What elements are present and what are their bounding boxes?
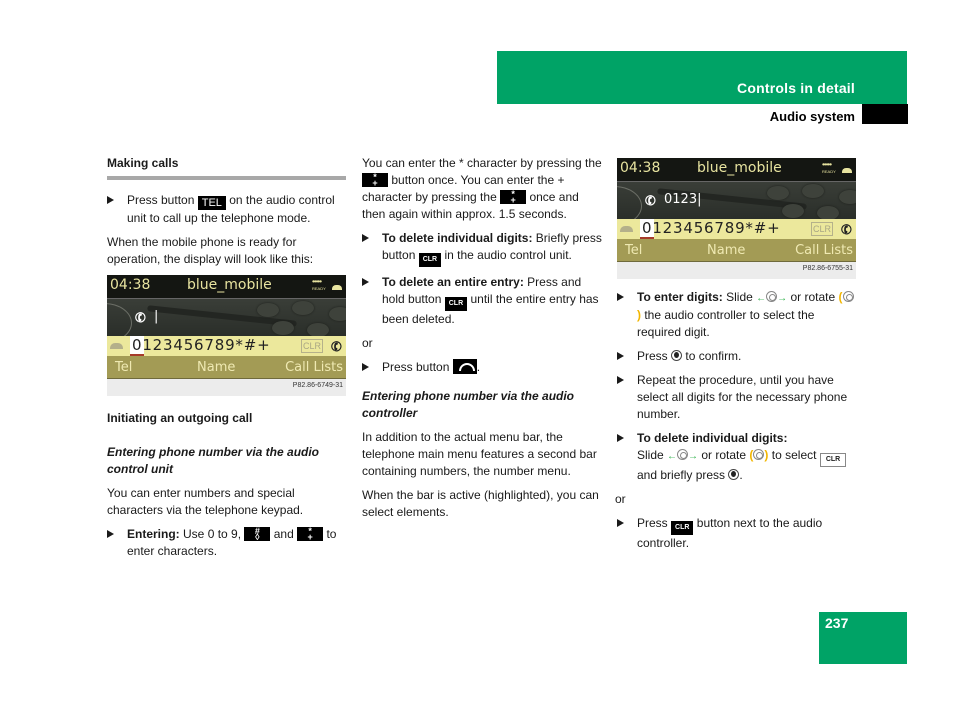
column-3: 04:38 blue_mobile ••••• READY ✆ 0123| 01…: [615, 155, 857, 559]
list-item: To delete individual digits: Slide ← → or…: [617, 430, 857, 484]
number-menu-digits: 0123456789*#+: [642, 219, 781, 237]
display-status-bar: 04:38 blue_mobile ••••• READY: [617, 158, 856, 181]
display-main-menu: Tel Name Call Lists: [617, 239, 856, 262]
display-main-menu: Tel Name Call Lists: [107, 356, 346, 379]
number-menu-bar: 0123456789*#+ CLR ✆: [107, 336, 346, 356]
column-2: You can enter the * character by pressin…: [362, 155, 602, 528]
call-icon: ✆: [328, 337, 345, 356]
bullet-icon: [617, 434, 624, 442]
phone-number-field: 0123|: [664, 192, 702, 207]
bullet-icon: [362, 363, 369, 371]
figure-code: P82.86-6749-31: [292, 382, 343, 389]
list-item: To enter digits: Slide ← → or rotate () t…: [617, 289, 857, 341]
phone-number-field: |: [154, 309, 159, 324]
page-number-box: 237: [819, 612, 907, 664]
signal-ready-icon: ••••• READY: [822, 161, 852, 176]
menu-call-lists: Call Lists: [285, 360, 343, 375]
section-marker: [862, 104, 908, 124]
star-key-icon: * +: [297, 527, 324, 542]
menu-call-lists: Call Lists: [795, 243, 853, 258]
bullet-icon: [107, 530, 114, 538]
bullet-icon: [617, 352, 624, 360]
star-key-icon: * +: [500, 190, 527, 205]
subheading: Entering phone number via the audio cont…: [107, 445, 320, 476]
heading-rule: [107, 176, 346, 180]
slide-controller-icon: ← →: [756, 291, 788, 304]
clr-key-icon: CLR: [418, 253, 442, 267]
phone-icon: ✆: [132, 308, 149, 327]
display-screenshot-2: 04:38 blue_mobile ••••• READY ✆ 0123| 01…: [617, 158, 856, 279]
display-status-bar: 04:38 blue_mobile ••••• READY: [107, 275, 346, 298]
list-item: Press CLR button next to the audio contr…: [617, 515, 857, 552]
number-menu-bar: 0123456789*#+ CLR ✆: [617, 219, 856, 239]
menu-name: Name: [707, 243, 746, 258]
display-time: 04:38: [110, 277, 151, 293]
or-text: or: [615, 492, 626, 506]
handset-icon: [842, 168, 852, 173]
paragraph: When the mobile phone is ready for opera…: [107, 235, 314, 266]
display-screenshot-1: 04:38 blue_mobile ••••• READY ✆ | 012345…: [107, 275, 346, 396]
display-time: 04:38: [620, 160, 661, 176]
list-item: Press button TEL on the audio control un…: [107, 192, 347, 227]
display-device-name: blue_mobile: [187, 277, 272, 293]
chapter-title: Controls in detail: [737, 80, 855, 96]
display-input-area: ✆ |: [107, 298, 346, 336]
figure-code: P82.86-6755-31: [802, 265, 853, 272]
press-controller-icon: [671, 350, 683, 361]
star-key-icon: * +: [362, 173, 388, 188]
or-text: or: [362, 336, 373, 350]
clr-option-icon: CLR: [819, 453, 847, 467]
rotate-controller-icon: (): [749, 448, 769, 462]
chapter-header-band: Controls in detail: [497, 51, 907, 104]
hang-up-icon: [620, 226, 633, 232]
hang-up-icon: [110, 343, 123, 349]
paragraph: You can enter the * character by pressin…: [362, 156, 602, 221]
menu-tel: Tel: [625, 243, 643, 258]
clr-option: CLR: [301, 339, 323, 353]
hash-key-icon: # ◊: [244, 527, 271, 542]
handset-icon: [332, 285, 342, 290]
phone-icon: ✆: [642, 191, 659, 210]
menu-tel: Tel: [115, 360, 133, 375]
bullet-icon: [107, 196, 114, 204]
list-item: Press button .: [362, 359, 602, 376]
bullet-icon: [362, 234, 369, 242]
list-item: Repeat the procedure, until you have sel…: [617, 372, 857, 423]
bullet-icon: [362, 278, 369, 286]
list-item: To delete an entire entry: Press and hol…: [362, 274, 602, 328]
tel-key-icon: TEL: [197, 196, 226, 210]
menu-name: Name: [197, 360, 236, 375]
bullet-icon: [617, 519, 624, 527]
number-menu-digits: 0123456789*#+: [132, 336, 271, 354]
clr-key-icon: CLR: [671, 521, 694, 535]
page-number: 237: [825, 615, 849, 631]
subheading: Entering phone number via the audio cont…: [362, 389, 575, 420]
section-title: Audio system: [769, 109, 855, 124]
column-1: Making calls Press button TEL on the aud…: [107, 155, 347, 567]
list-item: To delete individual digits: Briefly pre…: [362, 230, 602, 267]
making-calls-heading: Making calls: [107, 156, 179, 170]
paragraph: In addition to the actual menu bar, the …: [362, 430, 597, 478]
outgoing-call-heading: Initiating an outgoing call: [107, 411, 253, 425]
clr-key-icon: CLR: [444, 297, 468, 311]
signal-ready-icon: ••••• READY: [312, 278, 342, 293]
bullet-icon: [617, 376, 624, 384]
paragraph: When the bar is active (highlighted), yo…: [362, 488, 599, 519]
list-item: Press to confirm.: [617, 348, 857, 365]
clr-option: CLR: [811, 222, 833, 236]
paragraph: You can enter numbers and special charac…: [107, 486, 304, 517]
hang-up-key-icon: [452, 359, 477, 374]
bullet-icon: [617, 293, 624, 301]
list-item: Entering: Use 0 to 9, # ◊ and * + to enter…: [107, 526, 347, 560]
display-input-area: ✆ 0123|: [617, 181, 856, 219]
call-icon: ✆: [838, 220, 855, 239]
display-device-name: blue_mobile: [697, 160, 782, 176]
press-controller-icon: [728, 469, 740, 480]
slide-controller-icon: ← →: [667, 449, 699, 462]
